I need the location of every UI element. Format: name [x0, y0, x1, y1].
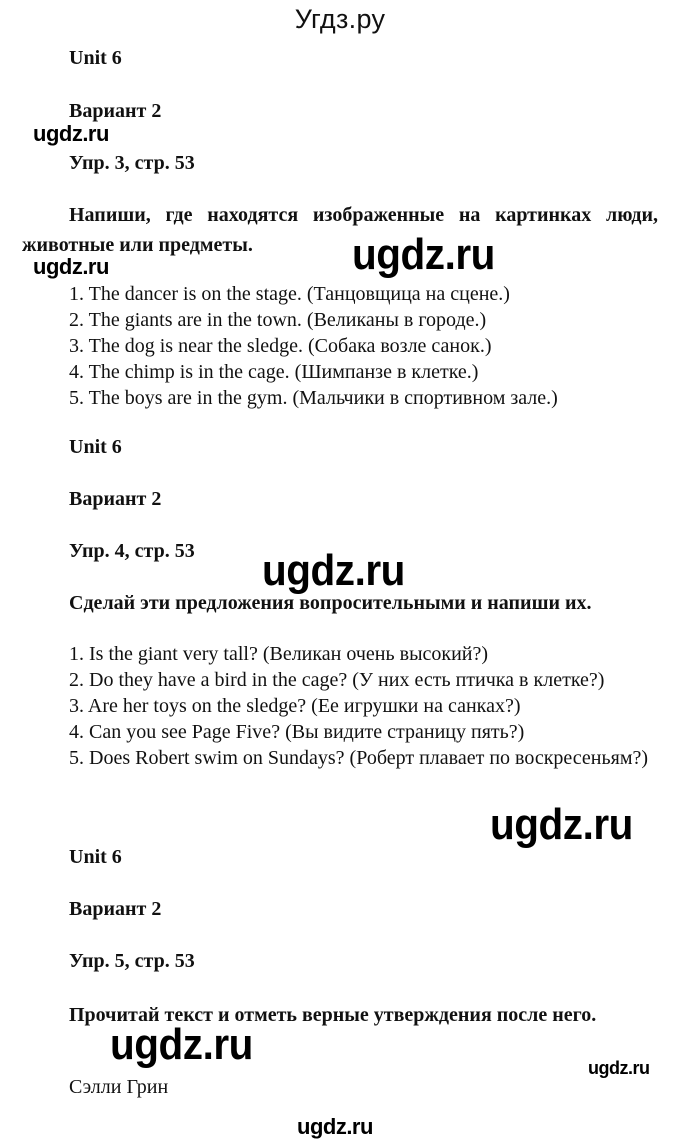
watermark: ugdz.ru — [352, 230, 495, 279]
site-title: Угдз.ру — [294, 4, 386, 34]
answer-list: 1. Is the giant very tall? (Великан очен… — [22, 641, 658, 771]
task-instruction: Сделай эти предложения вопросительными и… — [69, 592, 592, 614]
answer-item: 1. The dancer is on the stage. (Танцовщи… — [69, 283, 510, 305]
answer-item: 4. Can you see Page Five? (Вы видите стр… — [69, 721, 525, 743]
watermark: ugdz.ru — [297, 1114, 373, 1139]
answer-item: 2. The giants are in the town. (Великаны… — [69, 309, 487, 331]
unit-heading: Unit 6 — [69, 436, 122, 458]
answer-item: 3. The dog is near the sledge. (Собака в… — [69, 335, 492, 357]
exercise-heading: Упр. 3, стр. 53 — [69, 152, 195, 174]
task-instruction: Напиши, где находятся изображенные на ка… — [22, 204, 658, 256]
watermark: ugdz.ru — [33, 121, 109, 146]
answer-item: 4. The chimp is in the cage. (Шимпанзе в… — [69, 361, 479, 383]
text-title: Сэлли Грин — [69, 1076, 169, 1098]
exercise-heading: Упр. 5, стр. 53 — [69, 950, 195, 972]
variant-heading: Вариант 2 — [69, 100, 162, 122]
watermark: ugdz.ru — [262, 546, 405, 595]
watermark: ugdz.ru — [588, 1058, 650, 1078]
answer-item: 3. Are her toys on the sledge? (Ее игруш… — [69, 695, 521, 717]
watermark: ugdz.ru — [33, 254, 109, 279]
variant-heading: Вариант 2 — [69, 898, 162, 920]
watermark: ugdz.ru — [110, 1020, 253, 1069]
exercise-heading: Упр. 4, стр. 53 — [69, 540, 195, 562]
answer-item: 1. Is the giant very tall? (Великан очен… — [69, 643, 489, 665]
answer-list: 1. The dancer is on the stage. (Танцовщи… — [22, 281, 658, 411]
answer-item: 5. The boys are in the gym. (Мальчики в … — [69, 387, 558, 409]
answer-item: 2. Do they have a bird in the cage? (У н… — [69, 669, 605, 691]
answer-item: 5. Does Robert swim on Sundays? (Роберт … — [69, 747, 649, 769]
unit-heading: Unit 6 — [69, 846, 122, 868]
unit-heading: Unit 6 — [69, 47, 122, 69]
variant-heading: Вариант 2 — [69, 488, 162, 510]
watermark: ugdz.ru — [490, 800, 633, 849]
